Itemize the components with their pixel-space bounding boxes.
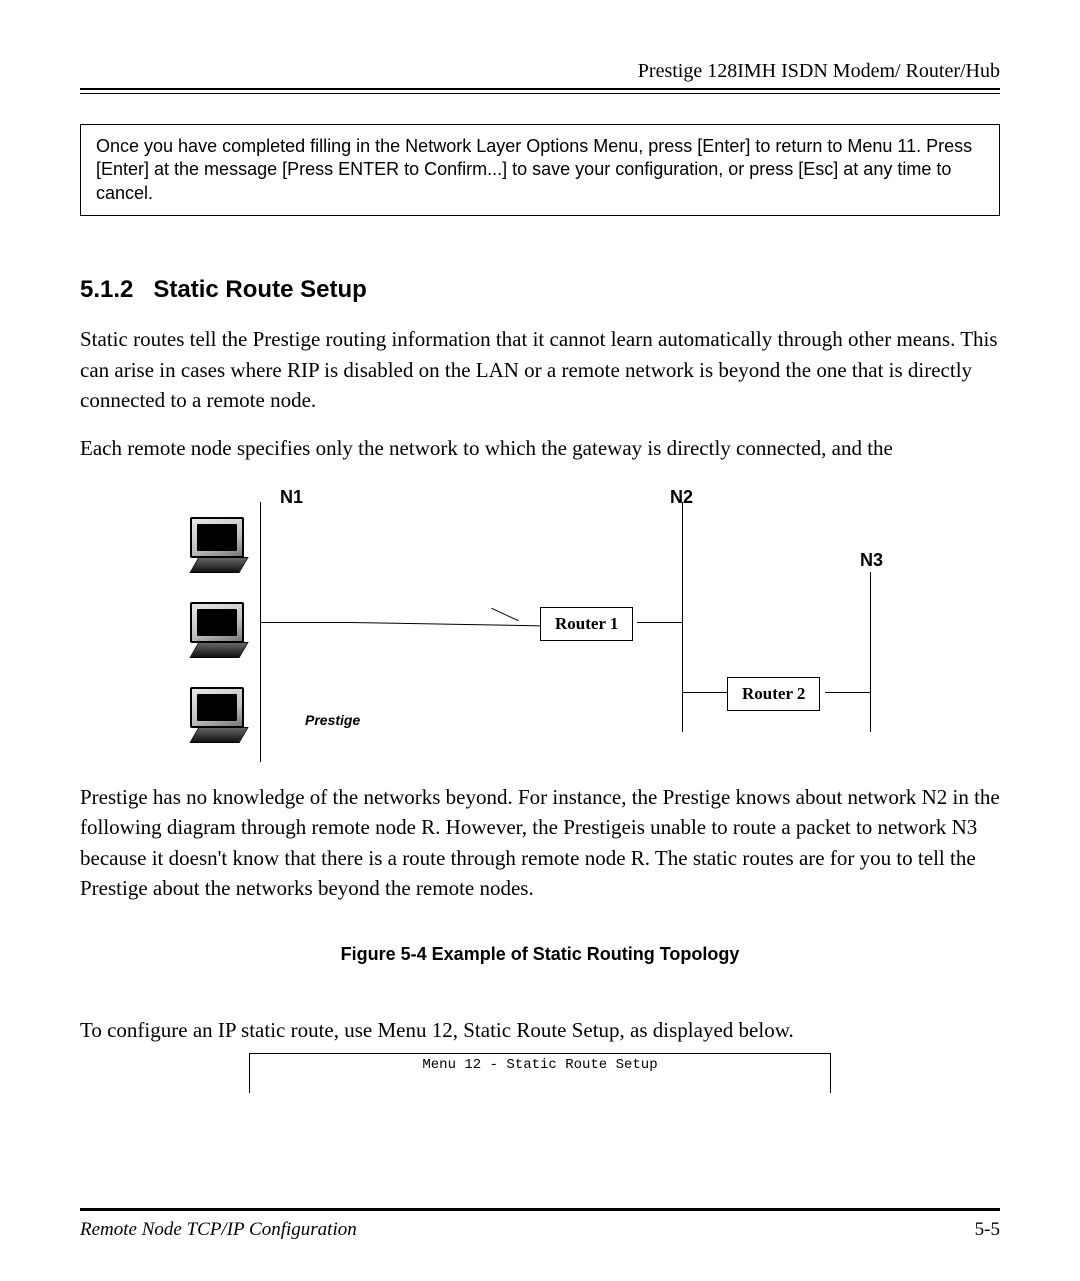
header-product: Prestige 128IMH ISDN Modem/ Router/Hub: [80, 60, 1000, 83]
footer-left: Remote Node TCP/IP Configuration: [80, 1219, 357, 1241]
workstation-icon: [190, 517, 250, 587]
topology-diagram: N1 Prestige Router 1 N2 Router 2 N3: [150, 482, 930, 782]
section-number: 5.1.2: [80, 276, 133, 303]
info-box: Once you have completed filling in the N…: [80, 124, 1000, 216]
n2-bus-line: [682, 502, 683, 732]
label-n3: N3: [860, 550, 883, 571]
router-2-box: Router 2: [727, 677, 820, 711]
label-prestige: Prestige: [305, 712, 360, 728]
line: [637, 622, 682, 623]
router-1-box: Router 1: [540, 607, 633, 641]
paragraph-3: Prestige has no knowledge of the network…: [80, 782, 1000, 904]
line: [491, 608, 519, 622]
footer: Remote Node TCP/IP Configuration 5-5: [80, 1208, 1000, 1241]
paragraph-4: To configure an IP static route, use Men…: [80, 1015, 1000, 1045]
section-title: Static Route Setup: [153, 276, 366, 303]
line: [682, 692, 727, 693]
workstation-icon: [190, 687, 250, 757]
line: [350, 622, 540, 626]
section-heading: 5.1.2 Static Route Setup: [80, 276, 1000, 304]
n1-bus-line: [260, 502, 261, 762]
n3-bus-line: [870, 572, 871, 732]
menu-12-title: Menu 12 - Static Route Setup: [422, 1057, 657, 1073]
footer-page-number: 5-5: [975, 1219, 1000, 1241]
header-rule-thin: [80, 93, 1000, 94]
workstation-icon: [190, 602, 250, 672]
label-n2: N2: [670, 487, 693, 508]
page: Prestige 128IMH ISDN Modem/ Router/Hub O…: [0, 0, 1080, 1281]
paragraph-1: Static routes tell the Prestige routing …: [80, 324, 1000, 415]
label-n1: N1: [280, 487, 303, 508]
line: [260, 622, 350, 623]
footer-rule-thick: [80, 1209, 1000, 1211]
menu-12-box: Menu 12 - Static Route Setup: [249, 1053, 831, 1093]
figure-caption: Figure 5-4 Example of Static Routing Top…: [80, 944, 1000, 965]
line: [825, 692, 870, 693]
header-rule-thick: [80, 88, 1000, 90]
paragraph-2: Each remote node specifies only the netw…: [80, 433, 1000, 463]
